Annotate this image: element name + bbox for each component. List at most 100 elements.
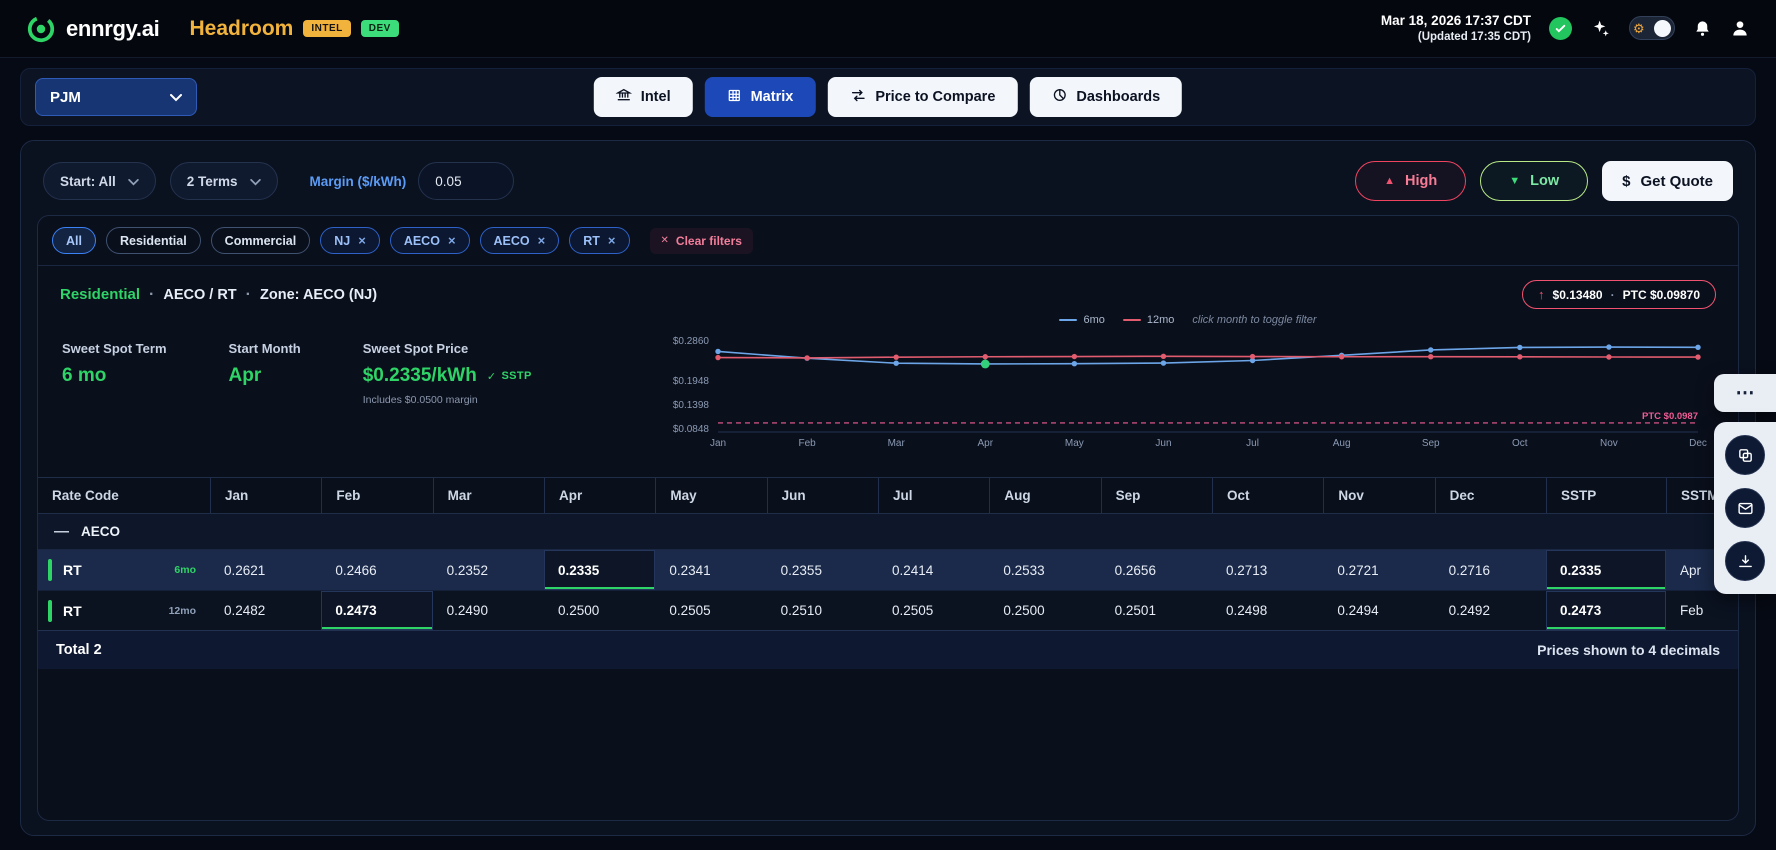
low-button[interactable]: ▼ Low bbox=[1480, 161, 1588, 201]
theme-toggle[interactable]: ⚙ bbox=[1629, 16, 1675, 40]
datetime-updated: (Updated 17:35 CDT) bbox=[1381, 30, 1531, 46]
download-icon bbox=[1737, 553, 1754, 570]
terms-select[interactable]: 2 Terms bbox=[170, 162, 278, 200]
stat-term-value: 6 mo bbox=[62, 365, 167, 387]
sparkle-icon[interactable] bbox=[1590, 18, 1611, 39]
cell-sep: 0.2501 bbox=[1101, 591, 1212, 630]
segment-chip-residential[interactable]: Residential bbox=[106, 227, 201, 254]
bell-icon[interactable] bbox=[1693, 19, 1712, 38]
copy-button[interactable] bbox=[1725, 435, 1765, 475]
dot-separator: · bbox=[149, 286, 154, 304]
table-row[interactable]: RT 6mo 0.2621 0.2466 0.2352 0.2335 0.234… bbox=[38, 550, 1738, 590]
group-row-aeco[interactable]: — AECO bbox=[38, 514, 1738, 550]
email-button[interactable] bbox=[1725, 488, 1765, 528]
stat-price: Sweet Spot Price $0.2335/kWh ✓ SSTP Incl… bbox=[363, 341, 532, 406]
close-icon[interactable]: × bbox=[608, 233, 616, 248]
svg-text:$0.1948: $0.1948 bbox=[673, 376, 710, 387]
cell-jan: 0.2621 bbox=[210, 550, 321, 590]
tab-dashboards[interactable]: Dashboards bbox=[1029, 77, 1182, 117]
get-quote-button[interactable]: $ Get Quote bbox=[1602, 161, 1733, 201]
close-icon[interactable]: × bbox=[448, 233, 456, 248]
bank-icon bbox=[616, 87, 632, 107]
filter-chip-aeco-1[interactable]: AECO × bbox=[390, 227, 470, 254]
clear-filters-label: Clear filters bbox=[676, 234, 742, 248]
filter-chip-label: NJ bbox=[334, 234, 350, 248]
minus-icon[interactable]: — bbox=[54, 523, 69, 540]
grid-icon bbox=[727, 88, 742, 107]
stat-start-label: Start Month bbox=[229, 341, 301, 356]
start-select[interactable]: Start: All bbox=[43, 162, 156, 200]
svg-text:Feb: Feb bbox=[798, 438, 816, 449]
legend-6mo-label: 6mo bbox=[1083, 314, 1104, 326]
sstp-badge: ✓ SSTP bbox=[487, 370, 532, 383]
legend-12mo[interactable]: 12mo bbox=[1123, 314, 1175, 326]
check-icon: ✓ bbox=[487, 370, 497, 383]
chevron-down-icon bbox=[170, 89, 182, 106]
stat-term: Sweet Spot Term 6 mo bbox=[62, 341, 167, 406]
high-button[interactable]: ▲ High bbox=[1355, 161, 1466, 201]
filter-chip-rt[interactable]: RT × bbox=[569, 227, 629, 254]
cell-apr: 0.2335 bbox=[544, 550, 655, 590]
cell-dec: 0.2492 bbox=[1435, 591, 1546, 630]
tab-dashboards-label: Dashboards bbox=[1076, 89, 1160, 105]
stat-start-value: Apr bbox=[229, 365, 301, 387]
status-check-icon bbox=[1549, 17, 1572, 40]
headroom-chart-area[interactable]: 6mo 12mo click month to toggle filter $0… bbox=[660, 309, 1716, 461]
more-button[interactable]: ⋯ bbox=[1714, 374, 1776, 412]
stat-term-label: Sweet Spot Term bbox=[62, 341, 167, 356]
cell-oct: 0.2498 bbox=[1212, 591, 1323, 630]
tab-intel[interactable]: Intel bbox=[594, 77, 693, 117]
table-row[interactable]: RT 12mo 0.2482 0.2473 0.2490 0.2500 0.25… bbox=[38, 590, 1738, 630]
filter-chip-aeco-2[interactable]: AECO × bbox=[480, 227, 560, 254]
main-panel: Start: All 2 Terms Margin ($/kWh) ▲ High bbox=[20, 140, 1756, 836]
nav-center: Intel Matrix Price to Compare bbox=[594, 77, 1182, 117]
tab-matrix[interactable]: Matrix bbox=[705, 77, 816, 117]
tab-intel-label: Intel bbox=[641, 89, 671, 105]
headroom-chart[interactable]: $0.2860$0.1948$0.1398$0.0848PTC $0.0987J… bbox=[660, 329, 1716, 461]
svg-text:Sep: Sep bbox=[1422, 438, 1440, 449]
filter-chip-label: RT bbox=[583, 234, 600, 248]
row-accent-bar bbox=[48, 600, 52, 622]
col-sep: Sep bbox=[1101, 478, 1212, 513]
svg-text:Apr: Apr bbox=[977, 438, 993, 449]
sstp-badge-label: SSTP bbox=[501, 370, 531, 382]
headroom-badge: ↑ $0.13480 · PTC $0.09870 bbox=[1522, 280, 1716, 309]
rate-code: RT bbox=[63, 562, 82, 578]
segment-chip-all[interactable]: All bbox=[52, 227, 96, 254]
svg-text:$0.0848: $0.0848 bbox=[673, 424, 710, 435]
user-icon[interactable] bbox=[1730, 18, 1750, 38]
segment-chip-commercial[interactable]: Commercial bbox=[211, 227, 311, 254]
legend-12mo-label: 12mo bbox=[1147, 314, 1175, 326]
margin-note: Includes $0.0500 margin bbox=[363, 394, 532, 406]
col-oct: Oct bbox=[1212, 478, 1323, 513]
legend-6mo[interactable]: 6mo bbox=[1059, 314, 1104, 326]
arrow-up-icon: ↑ bbox=[1538, 287, 1545, 302]
market-label: PJM bbox=[50, 89, 81, 106]
margin-input[interactable] bbox=[418, 162, 514, 200]
dollar-icon: $ bbox=[1622, 173, 1630, 190]
cell-aug: 0.2533 bbox=[989, 550, 1100, 590]
svg-text:Jul: Jul bbox=[1246, 438, 1259, 449]
cell-mar: 0.2490 bbox=[433, 591, 544, 630]
close-icon[interactable]: × bbox=[538, 233, 546, 248]
col-aug: Aug bbox=[989, 478, 1100, 513]
get-quote-label: Get Quote bbox=[1640, 173, 1713, 190]
clear-filters-button[interactable]: ✕ Clear filters bbox=[650, 228, 753, 254]
triangle-down-icon: ▼ bbox=[1509, 175, 1520, 187]
tab-price-to-compare[interactable]: Price to Compare bbox=[827, 77, 1017, 117]
high-label: High bbox=[1405, 173, 1437, 189]
line-swatch-icon bbox=[1123, 319, 1141, 321]
market-selector[interactable]: PJM bbox=[35, 78, 197, 116]
intel-badge: INTEL bbox=[303, 20, 350, 37]
col-jan: Jan bbox=[210, 478, 321, 513]
svg-text:$0.1398: $0.1398 bbox=[673, 400, 710, 411]
close-icon[interactable]: × bbox=[358, 233, 366, 248]
summary-segment: Residential bbox=[60, 286, 140, 303]
sweet-spot-stats: Sweet Spot Term 6 mo Start Month Apr Swe… bbox=[60, 309, 660, 406]
headroom-value: $0.13480 bbox=[1553, 288, 1603, 302]
logo-icon bbox=[26, 14, 56, 44]
download-button[interactable] bbox=[1725, 541, 1765, 581]
margin-group: Margin ($/kWh) bbox=[310, 162, 515, 200]
group-name: AECO bbox=[81, 524, 120, 539]
filter-chip-nj[interactable]: NJ × bbox=[320, 227, 380, 254]
